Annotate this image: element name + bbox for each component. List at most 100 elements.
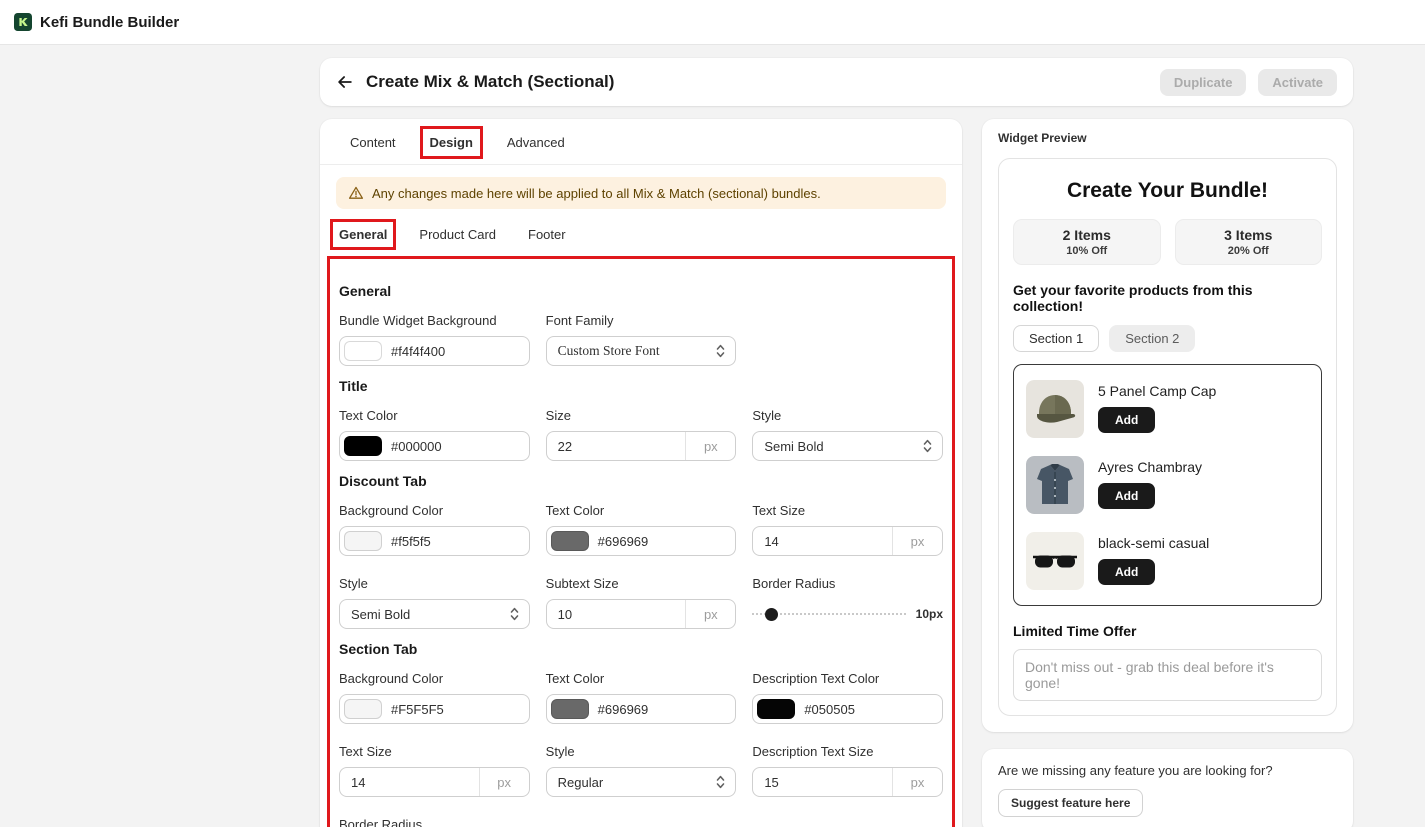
slider-handle[interactable] (765, 608, 778, 621)
limited-time-offer-text: Don't miss out - grab this deal before i… (1013, 649, 1322, 701)
title-size-input[interactable]: 22 px (546, 431, 737, 461)
number-value: 14 (753, 534, 892, 549)
number-value: 22 (547, 439, 686, 454)
font-family-select[interactable]: Custom Store Font (546, 336, 737, 366)
color-swatch[interactable] (757, 699, 795, 719)
page-title: Create Mix & Match (Sectional) (366, 72, 614, 92)
subtab-product-card[interactable]: Product Card (416, 225, 499, 244)
product-name: 5 Panel Camp Cap (1098, 383, 1216, 399)
field-discount-subtext-size: Subtext Size 10 px (546, 576, 737, 629)
field-bundle-widget-background: Bundle Widget Background #f4f4f400 (339, 313, 530, 366)
field-discount-style: Style Semi Bold (339, 576, 530, 629)
section-tab-1[interactable]: Section 1 (1013, 325, 1099, 352)
section-tab-2[interactable]: Section 2 (1109, 325, 1195, 352)
color-swatch[interactable] (551, 531, 589, 551)
product-row: 5 Panel Camp Cap Add (1024, 371, 1311, 447)
discount-subtext-size-input[interactable]: 10 px (546, 599, 737, 629)
section-heading: Title (339, 378, 943, 394)
back-button[interactable] (336, 73, 354, 91)
add-button[interactable]: Add (1098, 559, 1155, 585)
select-value: Semi Bold (764, 439, 823, 454)
section-heading: Discount Tab (339, 473, 943, 489)
bundle-widget-background-input[interactable]: #f4f4f400 (339, 336, 530, 366)
section-description-text-color-input[interactable]: #050505 (752, 694, 943, 724)
section-text-color-input[interactable]: #696969 (546, 694, 737, 724)
feature-request-card: Are we missing any feature you are looki… (982, 749, 1353, 827)
field-discount-text-color: Text Color #696969 (546, 503, 737, 556)
tab-content[interactable]: Content (346, 132, 400, 153)
section-title: Title Text Color #000000 Size (339, 378, 943, 461)
page-header: Create Mix & Match (Sectional) Duplicate… (320, 58, 1353, 106)
title-text-color-input[interactable]: #000000 (339, 431, 530, 461)
add-button[interactable]: Add (1098, 483, 1155, 509)
color-value: #f4f4f400 (391, 344, 445, 359)
add-button[interactable]: Add (1098, 407, 1155, 433)
subtab-footer[interactable]: Footer (525, 225, 569, 244)
discount-text-size-input[interactable]: 14 px (752, 526, 943, 556)
section-heading: Section Tab (339, 641, 943, 657)
editor-tabs: Content Design Advanced (320, 119, 962, 165)
product-row: black-semi casual Add (1024, 523, 1311, 599)
slider-value: 10px (916, 607, 943, 621)
section-text-size-input[interactable]: 14 px (339, 767, 530, 797)
color-value: #F5F5F5 (391, 702, 444, 717)
warning-icon (348, 185, 364, 201)
tab-design[interactable]: Design (426, 132, 477, 153)
color-swatch[interactable] (344, 436, 382, 456)
field-section-text-size: Text Size 14 px (339, 744, 530, 797)
subtab-general[interactable]: General (336, 225, 390, 244)
discount-style-select[interactable]: Semi Bold (339, 599, 530, 629)
field-label: Subtext Size (546, 576, 737, 591)
title-style-select[interactable]: Semi Bold (752, 431, 943, 461)
section-heading: General (339, 283, 943, 299)
number-value: 14 (340, 775, 479, 790)
tier-tab-3-items[interactable]: 3 Items 20% Off (1175, 219, 1323, 265)
select-updown-icon (509, 606, 520, 622)
section-general: General Bundle Widget Background #f4f4f4… (339, 283, 943, 366)
field-label: Style (546, 744, 737, 759)
section-tabs: Section 1 Section 2 (1013, 325, 1322, 352)
field-label: Font Family (546, 313, 737, 328)
color-swatch[interactable] (344, 699, 382, 719)
section-discount-tab: Discount Tab Background Color #f5f5f5 Te… (339, 473, 943, 629)
tab-advanced[interactable]: Advanced (503, 132, 569, 153)
tier-tabs: 2 Items 10% Off 3 Items 20% Off (1013, 219, 1322, 265)
px-suffix: px (685, 432, 735, 460)
color-swatch[interactable] (551, 699, 589, 719)
field-label: Text Color (546, 503, 737, 518)
discount-background-color-input[interactable]: #f5f5f5 (339, 526, 530, 556)
section-description-text-size-input[interactable]: 15 px (752, 767, 943, 797)
discount-border-radius-slider[interactable]: 10px (752, 599, 943, 629)
px-suffix: px (479, 768, 529, 796)
color-swatch[interactable] (344, 341, 382, 361)
color-swatch[interactable] (344, 531, 382, 551)
tier-tab-2-items[interactable]: 2 Items 10% Off (1013, 219, 1161, 265)
section-background-color-input[interactable]: #F5F5F5 (339, 694, 530, 724)
field-label: Style (339, 576, 530, 591)
bundle-widget-preview: Create Your Bundle! 2 Items 10% Off 3 It… (998, 158, 1337, 716)
app-topbar: Kefi Bundle Builder (0, 0, 1425, 45)
activate-button[interactable]: Activate (1258, 69, 1337, 96)
discount-text-color-input[interactable]: #696969 (546, 526, 737, 556)
select-value: Semi Bold (351, 607, 410, 622)
slider-track[interactable] (752, 608, 905, 621)
field-label: Background Color (339, 671, 530, 686)
field-label: Border Radius (752, 576, 943, 591)
product-list: 5 Panel Camp Cap Add Ayres Chambray Add (1013, 364, 1322, 606)
select-updown-icon (922, 438, 933, 454)
app-logo-icon (14, 13, 32, 31)
product-name: black-semi casual (1098, 535, 1209, 551)
suggest-feature-button[interactable]: Suggest feature here (998, 789, 1143, 817)
px-suffix: px (892, 527, 942, 555)
bundle-editor-card: Content Design Advanced Any changes made… (320, 119, 962, 827)
product-image-shirt (1026, 456, 1084, 514)
section-style-select[interactable]: Regular (546, 767, 737, 797)
field-title-size: Size 22 px (546, 408, 737, 461)
field-title-text-color: Text Color #000000 (339, 408, 530, 461)
widget-preview-label: Widget Preview (998, 131, 1337, 145)
duplicate-button[interactable]: Duplicate (1160, 69, 1247, 96)
color-value: #696969 (598, 702, 649, 717)
bundle-title: Create Your Bundle! (1013, 179, 1322, 203)
field-label: Description Text Size (752, 744, 943, 759)
field-label: Text Size (339, 744, 530, 759)
